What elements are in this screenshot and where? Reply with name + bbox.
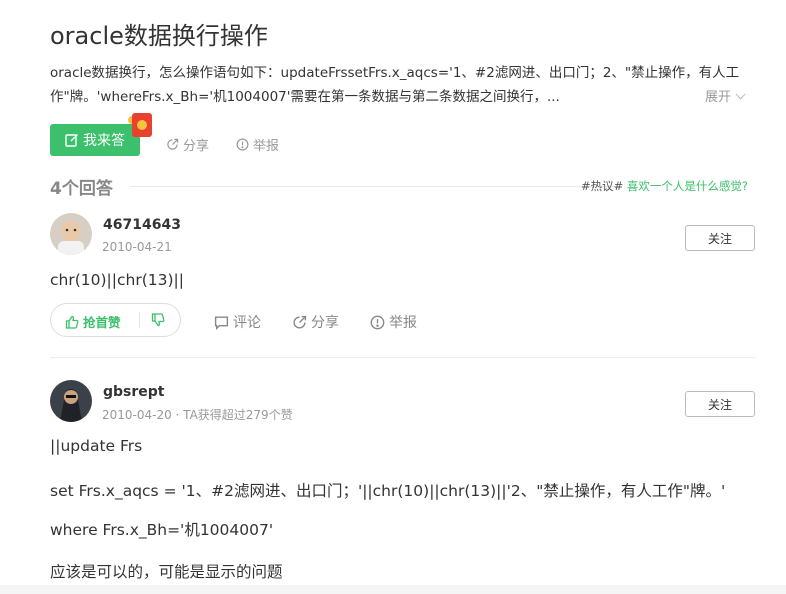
hot-topic: 喜欢一个人是什么感觉?: [626, 179, 748, 193]
report-question-button[interactable]: 举报: [236, 135, 279, 154]
expand-label: 展开: [705, 90, 732, 105]
chevron-down-icon: [735, 89, 746, 100]
report-answer-button[interactable]: 举报: [370, 312, 417, 332]
answer-content-line: ||update Frs: [50, 437, 143, 455]
answers-header: 4个回答 #热议# 喜欢一个人是什么感觉?: [50, 174, 750, 199]
answer-divider: [50, 357, 756, 358]
red-packet-icon[interactable]: [132, 113, 152, 137]
question-description: oracle数据换行，怎么操作语句如下：updateFrssetFrs.x_aq…: [50, 61, 752, 109]
hot-tag: #热议#: [580, 179, 624, 193]
share-icon: [167, 138, 179, 150]
avatar[interactable]: [50, 213, 92, 255]
report-label: 举报: [253, 139, 280, 154]
comment-label: 评论: [233, 315, 261, 331]
comment-button[interactable]: 评论: [214, 312, 261, 332]
expand-button[interactable]: 展开: [705, 86, 746, 105]
answer-date: 2010-04-21: [102, 240, 172, 254]
upvote-button[interactable]: 抢首赞: [65, 312, 121, 331]
question-description-line: oracle数据换行，怎么操作语句如下：updateFrssetFrs.x_aq…: [50, 65, 740, 81]
divider: [139, 312, 140, 328]
edit-icon: [65, 134, 78, 147]
answer-meta: 2010-04-20 · TA获得超过279个赞: [102, 408, 293, 422]
username[interactable]: gbsrept: [103, 384, 165, 400]
answer-button-label: 我来答: [83, 133, 125, 149]
report-icon: [370, 315, 385, 329]
share-label: 分享: [311, 315, 339, 331]
follow-button[interactable]: 关注: [685, 225, 755, 251]
share-label: 分享: [183, 139, 210, 154]
answer-content-line: 应该是可以的，可能是显示的问题: [50, 563, 283, 581]
question-description-line: 作"牌。'whereFrs.x_Bh='机1004007'需要在第一条数据与第二…: [50, 89, 560, 105]
upvote-label: 抢首赞: [83, 315, 121, 330]
thumbs-up-icon: [65, 315, 79, 329]
share-icon: [293, 315, 307, 329]
username[interactable]: 46714643: [103, 217, 181, 233]
report-label: 举报: [389, 315, 417, 331]
thumbs-down-icon[interactable]: [151, 313, 165, 327]
share-question-button[interactable]: 分享: [166, 135, 209, 154]
avatar[interactable]: [50, 380, 92, 422]
comment-icon: [214, 315, 229, 330]
report-icon: [236, 138, 249, 151]
hot-topic-link[interactable]: #热议# 喜欢一个人是什么感觉?: [581, 178, 748, 194]
answer-button[interactable]: 我来答: [50, 124, 140, 156]
vote-group: 抢首赞: [50, 303, 181, 337]
answer-content-line: where Frs.x_Bh='机1004007': [50, 521, 274, 539]
question-title: oracle数据换行操作: [50, 22, 268, 50]
answer-count: 4个回答: [50, 179, 113, 199]
answer-content: chr(10)||chr(13)||: [50, 271, 184, 289]
follow-button[interactable]: 关注: [685, 391, 755, 417]
bottom-bar: [0, 585, 786, 594]
answer-content-line: set Frs.x_aqcs = '1、#2滤网进、出口门；'||chr(10)…: [50, 482, 726, 500]
divider: [130, 186, 622, 187]
share-answer-button[interactable]: 分享: [292, 312, 339, 332]
